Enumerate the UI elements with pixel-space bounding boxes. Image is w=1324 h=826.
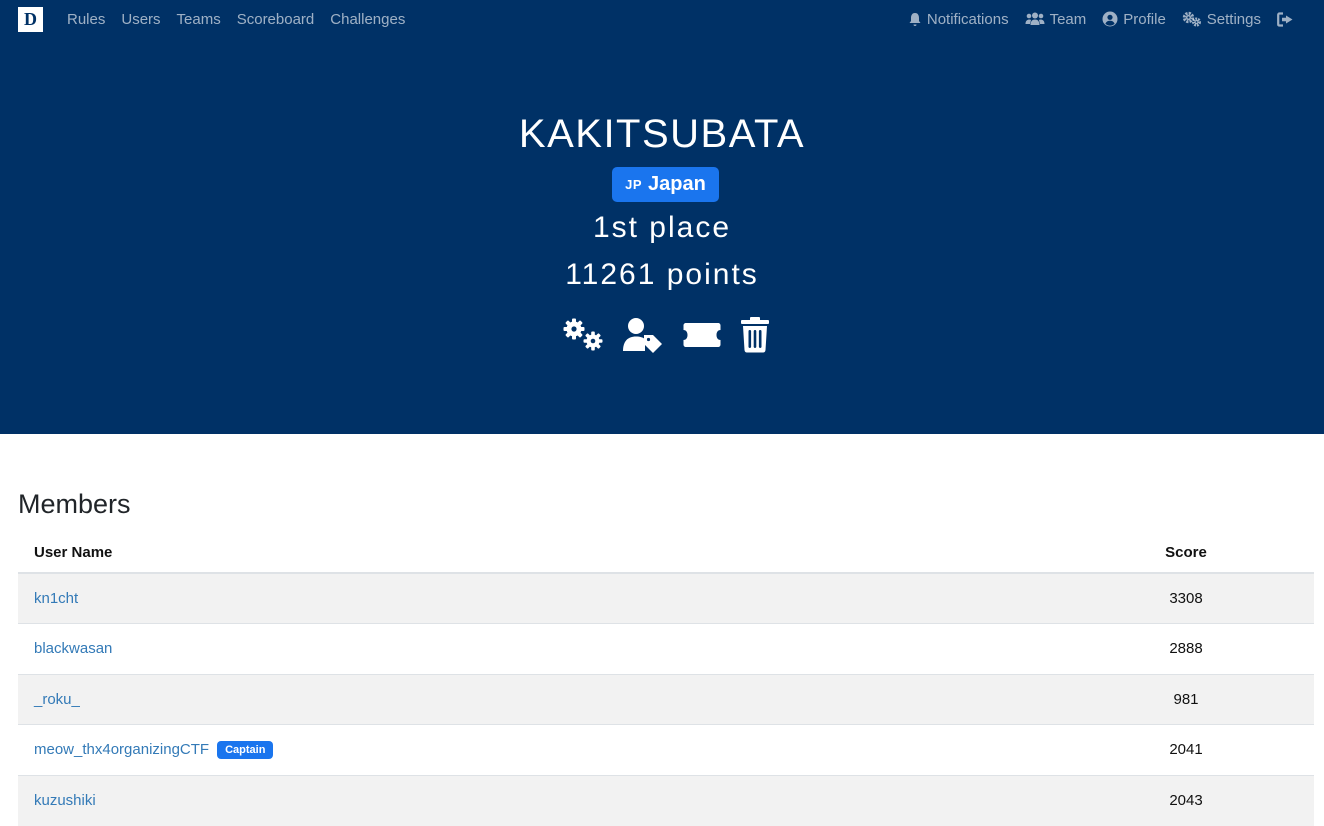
member-link[interactable]: meow_thx4organizingCTF: [34, 741, 209, 758]
country-name: Japan: [648, 173, 706, 195]
logo-letter: D: [24, 9, 37, 29]
member-link[interactable]: kn1cht: [34, 590, 78, 607]
nav-right: Notifications Team Profile Settings: [908, 0, 1294, 38]
nav-settings[interactable]: Settings: [1182, 11, 1261, 28]
table-row: kn1cht 3308: [18, 572, 1314, 624]
column-score: Score: [1058, 533, 1314, 574]
nav-profile[interactable]: Profile: [1102, 11, 1166, 28]
nav-notifications-label: Notifications: [926, 10, 1009, 28]
nav-notifications[interactable]: Notifications: [908, 11, 1009, 28]
member-score: 2041: [1058, 724, 1314, 775]
member-name-cell: meow_thx4organizingCTF Captain: [18, 724, 1058, 775]
member-score: 3308: [1058, 572, 1314, 624]
captain-badge: Captain: [217, 740, 274, 759]
team-header: KAKITSUBATA JP Japan 1st place 11261 poi…: [0, 38, 1324, 434]
country-code: JP: [625, 177, 643, 192]
nav-logout[interactable]: [1277, 11, 1294, 27]
bell-icon: [909, 12, 921, 26]
user-circle-icon: [1102, 11, 1118, 27]
table-row: kuzushiki 2043: [18, 774, 1314, 826]
top-navbar: D Rules Users Teams Scoreboard Challenge…: [0, 0, 1324, 38]
cogs-icon: [1182, 11, 1201, 27]
nav-team-label: Team: [1049, 10, 1087, 28]
user-tag-icon[interactable]: [622, 317, 664, 353]
trash-icon[interactable]: [740, 317, 770, 353]
members-table: User Name Score kn1cht 3308 blackwasan 2…: [18, 533, 1314, 826]
nav-left: Rules Users Teams Scoreboard Challenges: [67, 0, 405, 38]
team-name: KAKITSUBATA: [518, 112, 806, 156]
site-logo[interactable]: D: [18, 7, 43, 32]
member-link[interactable]: blackwasan: [34, 640, 112, 657]
member-link[interactable]: kuzushiki: [34, 792, 96, 809]
member-name-cell: kuzushiki: [18, 774, 1058, 826]
ticket-icon[interactable]: [682, 317, 722, 353]
members-heading: Members: [18, 489, 131, 519]
nav-challenges[interactable]: Challenges: [330, 11, 405, 28]
team-points: 11261 points: [565, 258, 759, 291]
table-row: _roku_ 981: [18, 673, 1314, 725]
member-link[interactable]: _roku_: [34, 691, 80, 708]
team-actions: [560, 317, 772, 357]
column-user-name: User Name: [18, 533, 1058, 574]
table-row: blackwasan 2888: [18, 623, 1314, 674]
nav-users[interactable]: Users: [121, 11, 160, 28]
table-header-row: User Name Score: [18, 533, 1314, 574]
nav-profile-label: Profile: [1123, 10, 1166, 28]
users-icon: [1025, 12, 1045, 25]
nav-rules[interactable]: Rules: [67, 11, 105, 28]
nav-settings-label: Settings: [1206, 10, 1261, 28]
member-score: 981: [1058, 673, 1314, 725]
member-name-cell: _roku_: [18, 673, 1058, 725]
member-score: 2888: [1058, 623, 1314, 674]
team-place: 1st place: [592, 211, 732, 244]
country-badge: JP Japan: [612, 167, 719, 202]
member-name-cell: kn1cht: [18, 572, 1058, 624]
member-name-cell: blackwasan: [18, 623, 1058, 674]
nav-teams[interactable]: Teams: [177, 11, 221, 28]
nav-scoreboard[interactable]: Scoreboard: [237, 11, 315, 28]
cogs-icon[interactable]: [562, 317, 606, 355]
sign-out-icon: [1277, 11, 1293, 27]
nav-team[interactable]: Team: [1025, 10, 1087, 28]
member-score: 2043: [1058, 774, 1314, 826]
table-row: meow_thx4organizingCTF Captain 2041: [18, 724, 1314, 775]
